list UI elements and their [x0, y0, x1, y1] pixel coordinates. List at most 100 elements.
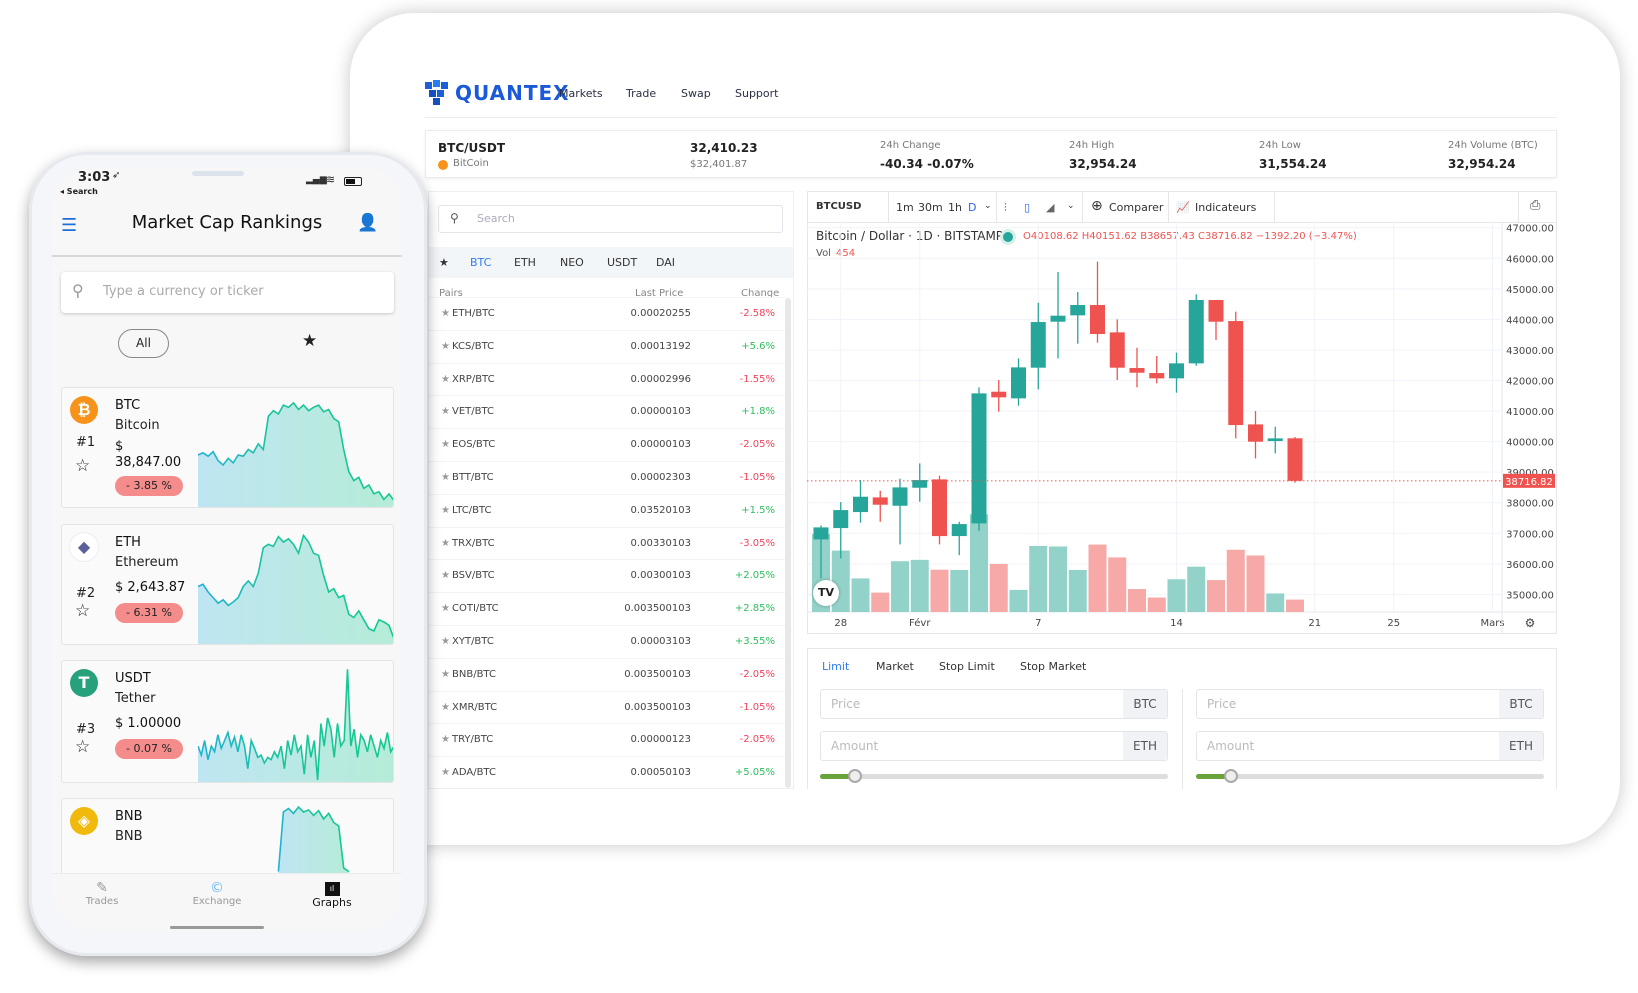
indicators-button[interactable]: Indicateurs [1195, 201, 1256, 214]
ticker-pair[interactable]: BTC/USDT [438, 141, 505, 155]
pair-row[interactable]: ★ XMR/BTC 0.003500103 -1.05% [429, 690, 785, 724]
area-style-icon[interactable]: ◢ [1046, 201, 1054, 214]
speaker-notch [192, 171, 244, 176]
coin-price: $ 2,643.87 [115, 580, 186, 595]
ohlc-open: O40108.62 [1023, 231, 1079, 242]
btc-coin-icon: ₿ [70, 396, 98, 424]
signal-icon: ▂▄▆ [306, 175, 327, 185]
coin-symbol: ETH [115, 535, 141, 550]
pair-change: +1.5% [741, 504, 775, 516]
location-icon: ➶ [112, 170, 121, 181]
bnb-coin-icon: ◈ [70, 807, 98, 835]
interval-1m[interactable]: 1m [896, 201, 914, 214]
chevron-down-icon[interactable]: ⌄ [1067, 201, 1075, 211]
ticker-price: 32,410.23 [690, 141, 758, 155]
order-tab-market[interactable]: Market [876, 660, 914, 673]
favorite-star-icon[interactable]: ☆ [75, 737, 90, 757]
slider-handle[interactable] [1223, 769, 1238, 783]
pair-search-input[interactable]: ⚲ Search [438, 205, 783, 233]
nav-trade[interactable]: Trade [626, 87, 656, 100]
graphs-icon: ıl [324, 882, 340, 896]
pair-change: +3.55% [734, 636, 775, 647]
tab-dai[interactable]: DAI [656, 256, 675, 269]
stat-label: 24h Low [1259, 140, 1301, 151]
placeholder: Price [1207, 697, 1237, 711]
slider-handle[interactable] [847, 769, 862, 783]
pair-change: -1.05% [739, 472, 775, 483]
pair-row[interactable]: ★ TRY/BTC 0.00000123 -2.05% [429, 723, 785, 756]
favorites-star-icon[interactable]: ★ [302, 331, 317, 351]
user-icon[interactable]: 👤 [357, 213, 378, 233]
pair-row[interactable]: ★ VET/BTC 0.00000103 +1.8% [429, 395, 785, 428]
back-to-search[interactable]: ◂ Search [60, 187, 98, 196]
order-tab-limit[interactable]: Limit [822, 660, 849, 673]
order-tab-stop-market[interactable]: Stop Market [1020, 660, 1086, 673]
divider [1182, 689, 1183, 789]
exchange-icon: © [210, 880, 224, 896]
stat-low: 31,554.24 [1259, 157, 1327, 171]
interval-d[interactable]: D [968, 201, 976, 214]
pair-row[interactable]: ★ COTI/BTC 0.003500103 +2.85% [429, 592, 785, 625]
search-icon: ⚲ [72, 281, 84, 300]
pair-row[interactable]: ★ ETH/BTC 0.00020255 -2.58% [429, 297, 785, 330]
pair-row[interactable]: ★ BTT/BTC 0.00002303 -1.05% [429, 461, 785, 494]
pair-row[interactable]: ★ XRP/BTC 0.00002996 -1.55% [429, 362, 785, 396]
interval-1h[interactable]: 1h [948, 201, 962, 214]
filter-all-button[interactable]: All [118, 329, 169, 358]
tradingview-logo[interactable]: TV [813, 580, 839, 606]
buy-amount-slider[interactable] [820, 769, 1168, 783]
candles-style-icon[interactable]: ▯ [1024, 201, 1030, 214]
pair-row[interactable]: ★ LTC/BTC 0.03520103 +1.5% [429, 493, 785, 527]
nav-trades[interactable]: ✎ Trades [72, 880, 132, 907]
indicators-icon[interactable]: 📈 [1176, 201, 1190, 214]
nav-markets[interactable]: Markets [559, 87, 603, 100]
pair-row[interactable]: ★ TRX/BTC 0.00330103 -3.05% [429, 526, 785, 560]
cube-logo-icon [425, 80, 448, 105]
camera-icon[interactable]: ⎙ [1530, 198, 1540, 213]
nav-exchange[interactable]: © Exchange [187, 880, 247, 907]
search-placeholder: Type a currency or ticker [103, 284, 264, 299]
tab-eth[interactable]: ETH [514, 256, 536, 269]
chart-toolbar: BTCUSD 1m 30m 1h D ⌄ ⫶ ▯ ◢ ⌄ ⊕ Comparer … [808, 192, 1556, 223]
pair-tabs: ★ BTC ETH NEO USDT DAI [429, 247, 793, 278]
coin-price: $ 1.00000 [115, 716, 182, 731]
coin-card[interactable]: ₿ BTC Bitcoin #1 $ 38,847.00 - 3.85 % ☆ [61, 387, 394, 508]
pair-row[interactable]: ★ BSV/BTC 0.00300103 +2.05% [429, 559, 785, 592]
plus-circle-icon[interactable]: ⊕ [1091, 198, 1103, 214]
nav-label: Trades [85, 896, 119, 907]
pair-row[interactable]: ★ KCS/BTC 0.00013192 +5.6% [429, 329, 785, 363]
buy-price-input[interactable]: Price BTC [820, 689, 1168, 719]
ohlc-close: C38716.82 [1197, 231, 1253, 242]
bars-style-icon[interactable]: ⫶ [1004, 201, 1007, 215]
tab-neo[interactable]: NEO [560, 256, 584, 269]
tab-btc[interactable]: BTC [470, 256, 491, 269]
sell-price-input[interactable]: Price BTC [1196, 689, 1544, 719]
pairs-scrollbar[interactable] [785, 298, 791, 788]
chevron-down-icon[interactable]: ⌄ [984, 201, 992, 211]
coin-card[interactable]: T USDT Tether #3 $ 1.00000 - 0.07 % ☆ [61, 660, 394, 783]
coin-search-input[interactable]: ⚲ Type a currency or ticker [61, 272, 394, 313]
sell-amount-slider[interactable] [1196, 769, 1544, 783]
symbol-button[interactable]: BTCUSD [816, 201, 861, 212]
favorite-star-icon[interactable]: ☆ [75, 456, 90, 476]
compare-button[interactable]: Comparer [1109, 201, 1163, 214]
pair-row[interactable]: ★ BNB/BTC 0.003500103 -2.05% [429, 657, 785, 691]
interval-30m[interactable]: 30m [918, 201, 943, 214]
nav-swap[interactable]: Swap [681, 87, 711, 100]
pairs-panel: ⚲ Search ★ BTC ETH NEO USDT DAI Pairs La… [428, 191, 794, 789]
nav-graphs[interactable]: ıl Graphs [302, 880, 362, 909]
buy-amount-input[interactable]: Amount ETH [820, 731, 1168, 761]
pair-row[interactable]: ★ ADA/BTC 0.00050103 +5.05% [429, 756, 785, 789]
favorite-star-icon[interactable]: ☆ [75, 601, 90, 621]
sell-amount-input[interactable]: Amount ETH [1196, 731, 1544, 761]
coin-card[interactable]: ◈ BNB BNB [61, 798, 394, 878]
coin-card[interactable]: ◆ ETH Ethereum #2 $ 2,643.87 - 6.31 % ☆ [61, 524, 394, 645]
tab-favorites[interactable]: ★ [439, 256, 449, 269]
pair-row[interactable]: ★ EOS/BTC 0.00000103 -2.05% [429, 428, 785, 461]
coin-name: Ethereum [115, 555, 179, 570]
pair-row[interactable]: ★ XYT/BTC 0.00003103 +3.55% [429, 625, 785, 658]
chart-title: Bitcoin / Dollar · 1D · BITSTAMP [816, 229, 1004, 243]
nav-support[interactable]: Support [735, 87, 778, 100]
tab-usdt[interactable]: USDT [607, 256, 637, 269]
order-tab-stop-limit[interactable]: Stop Limit [939, 660, 995, 673]
